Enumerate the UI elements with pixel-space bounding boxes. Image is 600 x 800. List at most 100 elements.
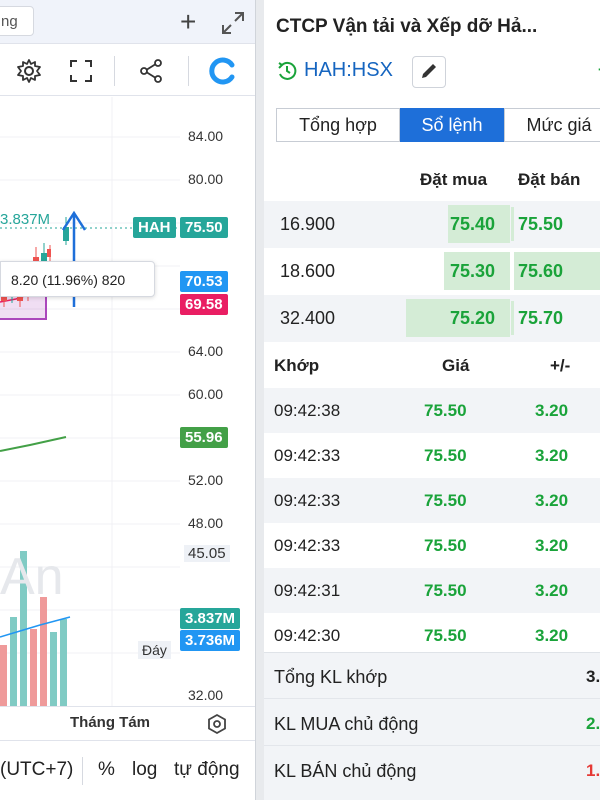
logo-icon[interactable] (208, 56, 238, 86)
price-axis-label: 48.00 (188, 515, 224, 531)
log-toggle[interactable]: log (132, 759, 157, 781)
settings-hex-icon[interactable] (206, 713, 228, 735)
summary-label: KL MUA chủ động (274, 714, 419, 734)
volume-ma-tag: 3.736M (180, 630, 241, 651)
trade-row[interactable]: 09:42:31 75.50 3.20 (264, 568, 600, 613)
price-axis-label: 32.00 (188, 687, 224, 703)
month-label: Tháng Tám (70, 714, 151, 731)
symbol-tag: HAH (133, 217, 176, 238)
ma-pink-tag: 69.58 (180, 294, 228, 315)
orderbook-ask: 75.70 (518, 308, 564, 328)
trade-time: 09:42:33 (274, 446, 341, 465)
orderbook-bid: 75.30 (450, 261, 496, 281)
trade-price: 75.50 (424, 401, 467, 420)
tab-summary[interactable]: Tổng hợp (276, 108, 400, 142)
gear-icon[interactable] (14, 56, 44, 86)
summary-value: 2. (586, 714, 600, 733)
toolbar-divider (188, 56, 189, 86)
orderbook-row[interactable]: 32.400 75.20 75.70 (264, 295, 600, 342)
orderbook-volume: 32.400 (280, 308, 336, 328)
orderbook-bid: 75.40 (450, 214, 496, 234)
summary-label: KL BÁN chủ động (274, 761, 417, 781)
depth-divider (511, 301, 514, 335)
pencil-icon (422, 64, 436, 78)
trades-price-header: Giá (442, 356, 470, 375)
trades-time-header: Khớp (274, 356, 320, 375)
trade-change: 3.20 (535, 491, 569, 510)
chart-tabbar: ng + (0, 0, 255, 44)
summary-label: Tổng KL khớp (274, 667, 388, 687)
ticker-symbol[interactable]: HAH:HSX (304, 59, 393, 82)
fullscreen-icon[interactable] (66, 56, 96, 86)
summary-value: 1. (586, 761, 600, 780)
summary-row: Tổng KL khớp 3. (264, 653, 600, 699)
stock-panel: CTCP Vận tải và Xếp dỡ Hả... HAH:HSX + T… (264, 0, 600, 800)
price-axis-label: 84.00 (188, 128, 224, 144)
expand-icon[interactable] (220, 10, 246, 36)
orderbook-row[interactable]: 18.600 75.30 75.60 (264, 248, 600, 295)
trade-change: 3.20 (535, 401, 569, 420)
price-axis-label: 52.00 (188, 472, 224, 488)
trade-change: 3.20 (535, 536, 569, 555)
volume-tag: 3.837M (180, 608, 241, 629)
orderbook-volume: 16.900 (280, 214, 336, 234)
tab-price-levels[interactable]: Mức giá (504, 108, 600, 142)
trades-change-header: +/- (550, 356, 571, 375)
plus-icon[interactable]: + (180, 8, 196, 36)
chart-tab[interactable]: ng (0, 6, 34, 36)
price-hint: 8.20 (11.96%) 820 (0, 261, 155, 297)
price-chart[interactable]: 3.837M 8.20 (11.96%) 820 An 84.00 80.00 … (0, 97, 255, 707)
percent-toggle[interactable]: % (98, 759, 115, 781)
trade-row[interactable]: 09:42:33 75.50 3.20 (264, 478, 600, 523)
trade-change: 3.20 (535, 446, 569, 465)
trade-row[interactable]: 09:42:38 75.50 3.20 (264, 388, 600, 433)
ticker-row: HAH:HSX + (276, 56, 600, 88)
orderbook-ask: 75.60 (518, 261, 564, 281)
trade-row[interactable]: 09:42:33 75.50 3.20 (264, 433, 600, 478)
ma-long-line (0, 436, 67, 452)
price-axis-label: 60.00 (188, 386, 224, 402)
low-value: 45.05 (184, 545, 230, 562)
trade-row[interactable]: 09:42:33 75.50 3.20 (264, 523, 600, 568)
volume-summary: Tổng KL khớp 3. KL MUA chủ động 2. KL BÁ… (264, 652, 600, 800)
trade-time: 09:42:31 (274, 581, 341, 600)
bottom-divider (82, 757, 83, 785)
company-name: CTCP Vận tải và Xếp dỡ Hả... (276, 16, 538, 37)
chart-pane: ng + 3.837M 8.20 (11.96%) 820 An 84.00 8… (0, 0, 256, 800)
orderbook-ask-header: Đặt bán (518, 170, 581, 189)
depth-divider (511, 207, 514, 241)
trade-change: 3.20 (535, 581, 569, 600)
timezone-button[interactable]: (UTC+7) (0, 759, 73, 781)
panel-tabs: Tổng hợp Sổ lệnh Mức giá (276, 108, 600, 142)
toolbar-divider (114, 56, 115, 86)
volume-readout: 3.837M (0, 211, 51, 228)
last-price-tag: 75.50 (180, 217, 228, 238)
trade-price: 75.50 (424, 491, 467, 510)
edit-button[interactable] (412, 56, 446, 88)
trade-time: 09:42:33 (274, 491, 341, 510)
tab-orderbook[interactable]: Sổ lệnh (400, 108, 504, 142)
watermark: An (0, 548, 64, 606)
clock-icon (278, 61, 297, 80)
chart-bottom-bar: (UTC+7) % log tự động (0, 740, 255, 800)
orderbook-volume: 18.600 (280, 261, 336, 281)
orderbook-ask: 75.50 (518, 214, 564, 234)
trade-time: 09:42:38 (274, 401, 341, 420)
auto-toggle[interactable]: tự động (174, 759, 240, 781)
trade-price: 75.50 (424, 581, 467, 600)
trade-time: 09:42:30 (274, 626, 341, 645)
ma-long-tag: 55.96 (180, 427, 228, 448)
share-icon[interactable] (136, 56, 166, 86)
price-axis-label: 64.00 (188, 343, 224, 359)
orderbook-row[interactable]: 16.900 75.40 75.50 (264, 201, 600, 248)
trade-price: 75.50 (424, 536, 467, 555)
summary-row: KL MUA chủ động 2. (264, 700, 600, 746)
chart-toolbar (0, 46, 255, 96)
time-axis: Tháng Tám (0, 706, 255, 738)
price-axis-label: 80.00 (188, 171, 224, 187)
summary-value: 3. (586, 667, 600, 686)
trade-time: 09:42:33 (274, 536, 341, 555)
trade-price: 75.50 (424, 626, 467, 645)
trade-change: 3.20 (535, 626, 569, 645)
trade-price: 75.50 (424, 446, 467, 465)
